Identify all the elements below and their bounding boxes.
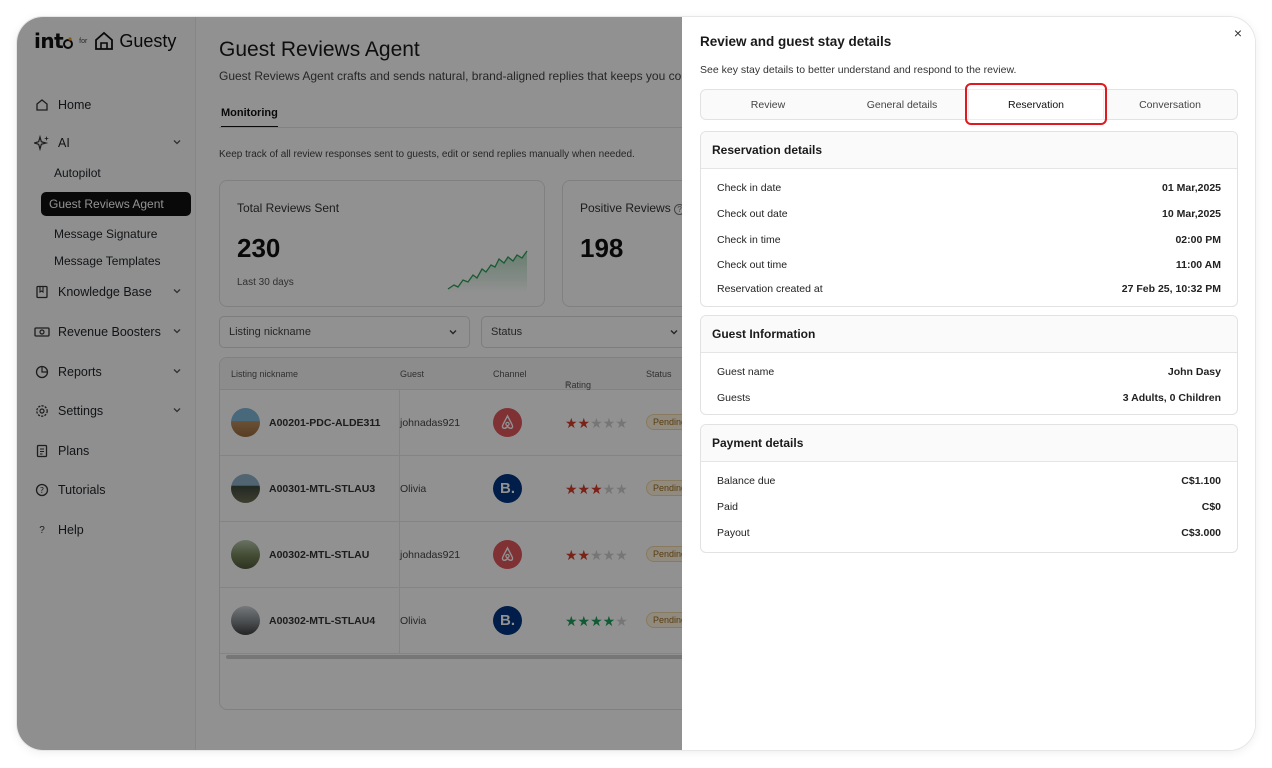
section-heading: Guest Information <box>701 316 1237 353</box>
payment-details-section: Payment details Balance due C$1.100 Paid C… <box>700 424 1238 553</box>
modal-backdrop[interactable] <box>17 17 682 750</box>
tab-conversation[interactable]: Conversation <box>1103 90 1237 119</box>
section-heading: Payment details <box>701 425 1237 462</box>
guest-information-section: Guest Information Guest name John Dasy Gu… <box>700 315 1238 415</box>
tab-review[interactable]: Review <box>701 90 835 119</box>
details-drawer: Review and guest stay details × See key … <box>682 17 1255 750</box>
reservation-details-section: Reservation details Check in date 01 Mar,… <box>700 131 1238 307</box>
drawer-title: Review and guest stay details <box>700 34 892 49</box>
app-window: int for Guesty Home AI Autopilot Guest R… <box>17 17 1255 750</box>
section-heading: Reservation details <box>701 132 1237 169</box>
drawer-subtitle: See key stay details to better understan… <box>700 64 1017 76</box>
tab-general-details[interactable]: General details <box>835 90 969 119</box>
tab-highlight-annotation <box>965 83 1107 125</box>
close-icon[interactable]: × <box>1234 25 1242 41</box>
